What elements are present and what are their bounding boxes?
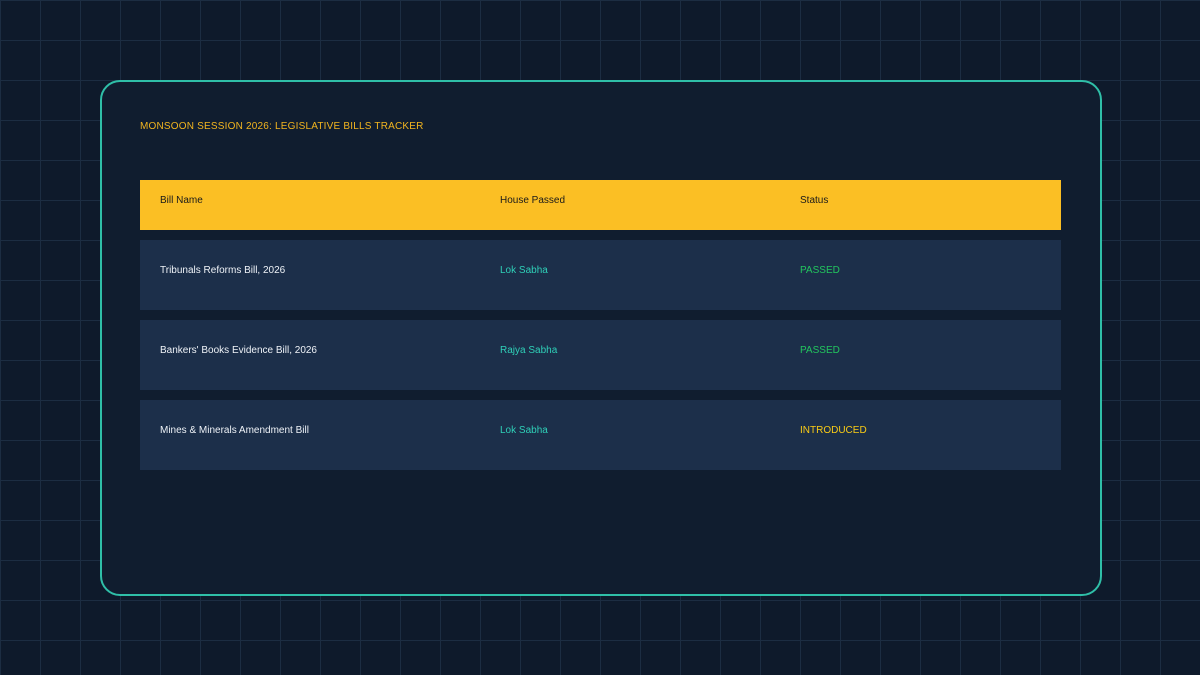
table-row[interactable]: Tribunals Reforms Bill, 2026 Lok Sabha P… bbox=[140, 240, 1061, 310]
status-badge: INTRODUCED bbox=[800, 425, 867, 436]
bill-name: Mines & Minerals Amendment Bill bbox=[160, 425, 309, 436]
bills-tracker-panel: MONSOON SESSION 2026: LEGISLATIVE BILLS … bbox=[100, 80, 1102, 596]
table-header: Bill Name House Passed Status bbox=[140, 180, 1061, 230]
house-passed: Rajya Sabha bbox=[500, 345, 558, 356]
bill-name: Tribunals Reforms Bill, 2026 bbox=[160, 265, 286, 276]
house-passed: Lok Sabha bbox=[500, 265, 548, 276]
bill-name: Bankers' Books Evidence Bill, 2026 bbox=[160, 345, 317, 356]
table-row[interactable]: Bankers' Books Evidence Bill, 2026 Rajya… bbox=[140, 320, 1061, 390]
house-passed: Lok Sabha bbox=[500, 425, 548, 436]
page-title: MONSOON SESSION 2026: LEGISLATIVE BILLS … bbox=[140, 121, 424, 132]
table-row[interactable]: Mines & Minerals Amendment Bill Lok Sabh… bbox=[140, 400, 1061, 470]
status-badge: PASSED bbox=[800, 265, 840, 276]
column-header-status: Status bbox=[800, 195, 829, 206]
bills-table: Bill Name House Passed Status Tribunals … bbox=[140, 180, 1061, 470]
status-badge: PASSED bbox=[800, 345, 840, 356]
column-header-bill-name: Bill Name bbox=[160, 195, 203, 206]
column-header-house-passed: House Passed bbox=[500, 195, 566, 206]
